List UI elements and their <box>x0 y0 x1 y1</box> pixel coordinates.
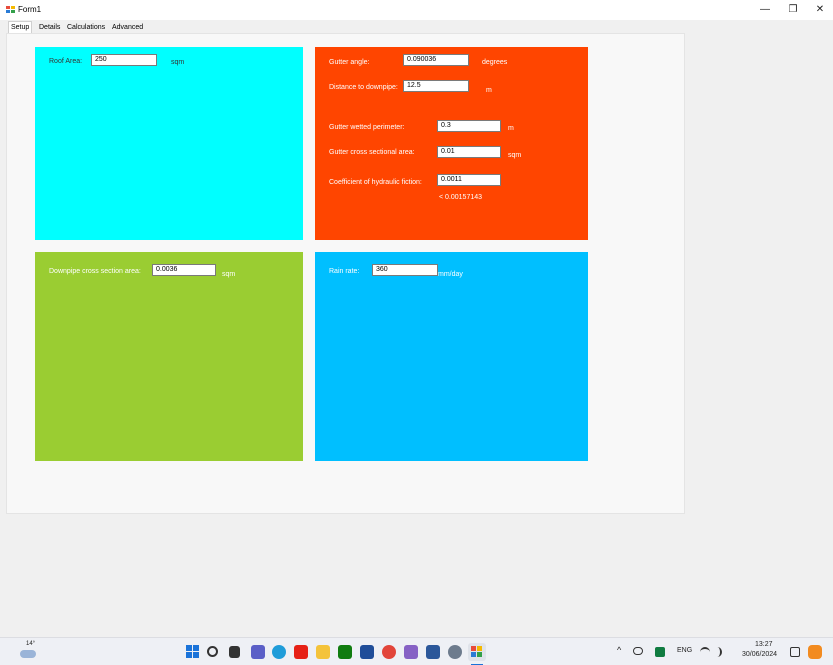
wetted-perimeter-input[interactable]: 0.3 <box>437 120 501 132</box>
window-title: Form1 <box>18 5 42 14</box>
downpipe-input[interactable]: 0.0036 <box>152 264 216 276</box>
rain-rate-unit: mm/day <box>438 271 463 278</box>
restore-button[interactable]: ❐ <box>781 2 805 18</box>
title-bar: Form1 — ❐ ✕ <box>0 0 833 20</box>
youtube-icon[interactable] <box>294 645 308 659</box>
cloud-icon <box>20 650 36 658</box>
gutter-angle-label: Gutter angle: <box>329 59 370 66</box>
distance-input[interactable]: 12.5 <box>403 80 469 92</box>
task-view-icon[interactable] <box>229 646 240 658</box>
calculator-icon[interactable] <box>360 645 374 659</box>
gutter-angle-unit: degrees <box>482 59 508 66</box>
chrome-icon[interactable] <box>382 645 396 659</box>
rain-rate-label: Rain rate: <box>329 268 360 275</box>
gutter-angle-input[interactable]: 0.090036 <box>403 54 469 66</box>
weather-temp: 14° <box>26 641 36 647</box>
minimize-button[interactable]: — <box>753 2 777 18</box>
wetted-perimeter-label: Gutter wetted perimeter: <box>329 124 405 131</box>
roof-area-unit: sqm <box>171 59 185 66</box>
roof-area-input[interactable]: 250 <box>91 54 157 66</box>
wifi-icon[interactable] <box>700 647 710 657</box>
language-indicator[interactable]: ENG <box>677 647 692 654</box>
settings-icon[interactable] <box>448 645 462 659</box>
file-explorer-icon[interactable] <box>316 645 330 659</box>
downpipe-panel: Downpipe cross section area: 0.0036 sqm <box>35 252 303 461</box>
cross-section-unit: sqm <box>508 152 522 159</box>
teams-icon[interactable] <box>251 645 265 659</box>
app-icon <box>6 6 15 14</box>
friction-label: Coefficient of hydraulic fiction: <box>329 179 422 186</box>
wetted-perimeter-unit: m <box>508 125 514 132</box>
friction-input[interactable]: 0.0011 <box>437 174 501 186</box>
copilot-icon[interactable] <box>808 645 822 659</box>
cross-section-label: Gutter cross sectional area: <box>329 149 415 156</box>
close-button[interactable]: ✕ <box>808 2 832 18</box>
roof-panel: Roof Area: 250 sqm <box>35 47 303 240</box>
downpipe-unit: sqm <box>222 271 236 278</box>
clock-date[interactable]: 30/06/2024 <box>742 651 777 658</box>
start-icon[interactable] <box>186 645 200 659</box>
search-icon[interactable] <box>207 646 218 657</box>
form-app-taskbar-button[interactable] <box>468 643 486 661</box>
word-icon[interactable] <box>426 645 440 659</box>
visual-studio-icon[interactable] <box>404 645 418 659</box>
network-app-icon[interactable] <box>655 647 665 657</box>
weather-widget[interactable]: 14° <box>19 641 37 660</box>
setup-tab-page: Roof Area: 250 sqm Gutter angle: 0.09003… <box>6 33 685 514</box>
xbox-icon[interactable] <box>338 645 352 659</box>
rain-rate-input[interactable]: 360 <box>372 264 438 276</box>
clock-time[interactable]: 13:27 <box>755 641 773 648</box>
gutter-panel: Gutter angle: 0.090036 degrees Distance … <box>315 47 588 240</box>
downpipe-label: Downpipe cross section area: <box>49 268 141 275</box>
onedrive-icon[interactable] <box>633 647 643 655</box>
rain-panel: Rain rate: 360 mm/day <box>315 252 588 461</box>
friction-note: < 0.00157143 <box>439 194 483 201</box>
cross-section-input[interactable]: 0.01 <box>437 146 501 158</box>
edge-icon[interactable] <box>272 645 286 659</box>
distance-unit: m <box>486 87 492 94</box>
volume-icon[interactable] <box>713 647 722 657</box>
notification-icon[interactable] <box>790 647 800 657</box>
taskbar: 14° ^ ENG 13:27 30/06/2024 <box>0 637 833 665</box>
tray-overflow-icon[interactable]: ^ <box>617 645 621 655</box>
distance-label: Distance to downpipe: <box>329 84 398 91</box>
roof-area-label: Roof Area: <box>49 58 83 65</box>
